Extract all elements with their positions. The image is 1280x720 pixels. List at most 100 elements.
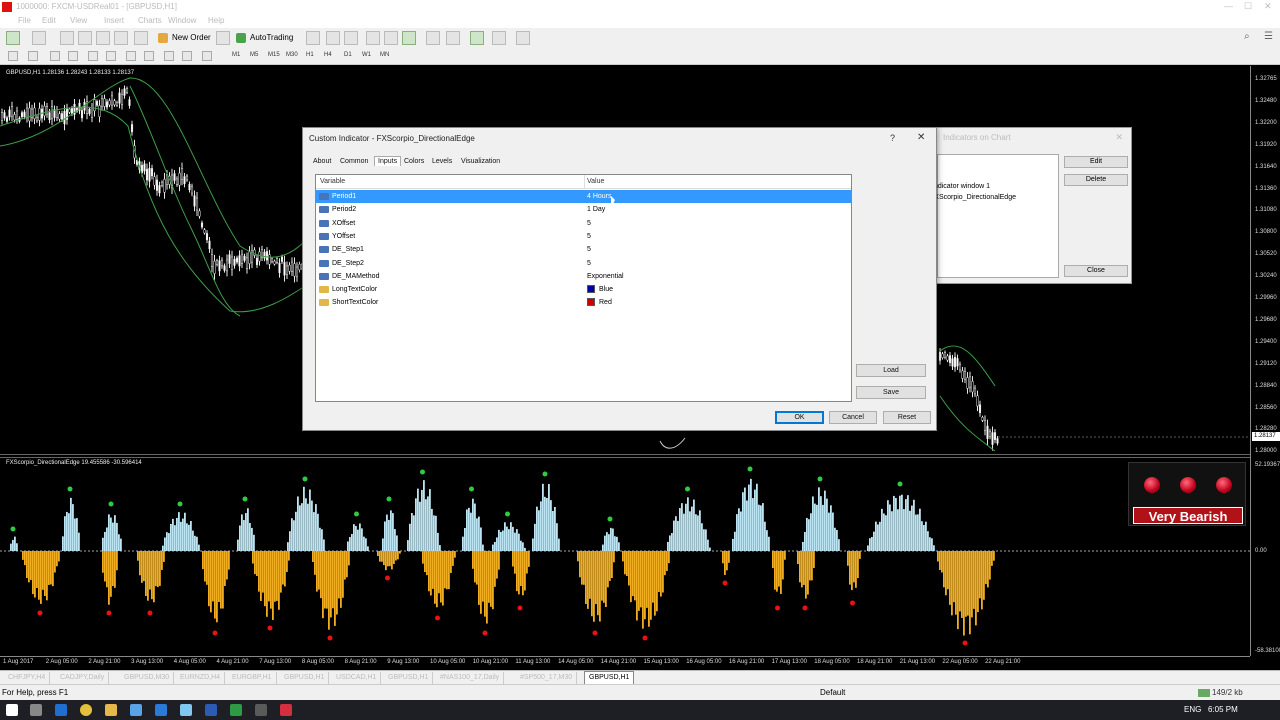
tf-m5[interactable]: M5 (250, 52, 258, 58)
tile-windows-icon[interactable] (402, 31, 416, 45)
zoom-out-icon[interactable] (384, 31, 398, 45)
task-view-icon[interactable] (30, 704, 42, 716)
variable-value[interactable]: 4 Hours (587, 190, 612, 203)
edge-icon[interactable] (55, 704, 67, 716)
clock[interactable]: 6:05 PM (1208, 705, 1238, 714)
new-chart-icon[interactable] (6, 31, 20, 45)
column-separator[interactable] (584, 175, 585, 189)
chart-tab[interactable]: CHFJPY,H4 (4, 672, 51, 684)
input-row-period1[interactable]: Period1 4 Hours (316, 190, 851, 203)
templates-icon[interactable] (516, 31, 530, 45)
windows-start-icon[interactable] (6, 704, 18, 716)
column-variable[interactable]: Variable (320, 178, 345, 185)
store-icon[interactable] (130, 704, 142, 716)
terminal-icon[interactable] (114, 31, 128, 45)
indicators-icon[interactable] (470, 31, 484, 45)
strategy-tester-icon[interactable] (134, 31, 148, 45)
tf-mn[interactable]: MN (380, 52, 389, 58)
edit-button[interactable]: Edit (1064, 156, 1128, 168)
language-indicator[interactable]: ENG (1184, 705, 1201, 714)
menu-file[interactable]: File (18, 16, 31, 25)
chart-tab[interactable]: #SP500_17,M30 (516, 672, 578, 684)
tf-w1[interactable]: W1 (362, 52, 371, 58)
list-item[interactable]: Indicator window 1 (932, 183, 990, 190)
color-swatch[interactable] (587, 285, 595, 294)
save-button[interactable]: Save (856, 386, 926, 399)
variable-value[interactable]: Red (599, 296, 612, 309)
load-button[interactable]: Load (856, 364, 926, 377)
maximize-button[interactable]: ☐ (1244, 1, 1252, 12)
equidistant-channel-icon[interactable] (106, 51, 116, 61)
cursor-tool-icon[interactable] (8, 51, 18, 61)
tf-h4[interactable]: H4 (324, 52, 332, 58)
chart-tab[interactable]: USDCAD,H1 (332, 672, 382, 684)
input-row-yoffset[interactable]: YOffset 5 (316, 230, 851, 243)
input-row-de-step2[interactable]: DE_Step2 5 (316, 257, 851, 270)
reset-button[interactable]: Reset (883, 411, 931, 424)
menu-edit[interactable]: Edit (42, 16, 56, 25)
tab-inputs[interactable]: Inputs (374, 156, 402, 166)
tf-h1[interactable]: H1 (306, 52, 314, 58)
list-item[interactable]: FXScorpio_DirectionalEdge (930, 194, 1016, 201)
delete-button[interactable]: Delete (1064, 174, 1128, 186)
input-row-period2[interactable]: Period2 1 Day (316, 203, 851, 216)
chart-tab[interactable]: EURGBP,H1 (228, 672, 277, 684)
input-row-longtextcolor[interactable]: LongTextColor Blue (316, 283, 851, 296)
cancel-button[interactable]: Cancel (829, 411, 877, 424)
variable-value[interactable]: 1 Day (587, 203, 605, 216)
vertical-line-icon[interactable] (50, 51, 60, 61)
variable-value[interactable]: Exponential (587, 270, 624, 283)
input-row-de-mamethod[interactable]: DE_MAMethod Exponential (316, 270, 851, 283)
market-watch-icon[interactable] (60, 31, 74, 45)
arrows-icon[interactable] (182, 51, 192, 61)
chart-shift-icon[interactable] (426, 31, 440, 45)
line-chart-icon[interactable] (344, 31, 358, 45)
input-row-de-step1[interactable]: DE_Step1 5 (316, 243, 851, 256)
metaeditor-icon[interactable] (216, 31, 230, 45)
input-row-shorttextcolor[interactable]: ShortTextColor Red (316, 296, 851, 309)
close-window-button[interactable]: ✕ (1264, 1, 1272, 12)
arrows-dropdown-icon[interactable] (202, 51, 212, 61)
color-swatch[interactable] (587, 298, 595, 307)
metatrader-icon[interactable] (280, 704, 292, 716)
close-icon[interactable]: ✕ (917, 132, 925, 143)
tab-common[interactable]: Common (340, 158, 368, 165)
zoom-in-icon[interactable] (366, 31, 380, 45)
column-value[interactable]: Value (587, 178, 604, 185)
text-tool-icon[interactable] (144, 51, 154, 61)
search-icon[interactable]: ⌕ (1244, 31, 1256, 43)
fibonacci-icon[interactable] (126, 51, 136, 61)
variable-value[interactable]: 5 (587, 230, 591, 243)
chart-tab[interactable]: CADJPY,Daily (56, 672, 110, 684)
tab-visualization[interactable]: Visualization (461, 158, 500, 165)
variable-value[interactable]: 5 (587, 257, 591, 270)
menu-view[interactable]: View (70, 16, 87, 25)
tab-levels[interactable]: Levels (432, 158, 452, 165)
chart-tab[interactable]: GBPUSD,H1 (584, 671, 635, 685)
app-icon-3[interactable] (205, 704, 217, 716)
indicators-list-close-icon[interactable]: ✕ (1115, 132, 1123, 143)
data-window-icon[interactable] (78, 31, 92, 45)
file-explorer-icon[interactable] (105, 704, 117, 716)
tf-m15[interactable]: M15 (268, 52, 280, 58)
tf-m1[interactable]: M1 (232, 52, 240, 58)
chart-tab[interactable]: GBPUSD,M30 (120, 672, 175, 684)
horizontal-line-icon[interactable] (68, 51, 78, 61)
help-icon[interactable]: ? (890, 133, 895, 143)
variable-value[interactable]: 5 (587, 243, 591, 256)
menu-insert[interactable]: Insert (104, 16, 124, 25)
chart-tab[interactable]: #NAS100_17,Daily (436, 672, 505, 684)
chart-tab[interactable]: GBPUSD,H1 (280, 672, 330, 684)
word-icon[interactable] (155, 704, 167, 716)
navigator-icon[interactable] (96, 31, 110, 45)
excel-icon[interactable] (230, 704, 242, 716)
tf-m30[interactable]: M30 (286, 52, 298, 58)
crosshair-tool-icon[interactable] (28, 51, 38, 61)
menu-help[interactable]: Help (208, 16, 224, 25)
tf-d1[interactable]: D1 (344, 52, 352, 58)
menu-charts[interactable]: Charts (138, 16, 162, 25)
minimize-button[interactable]: — (1224, 1, 1233, 11)
candlesticks-icon[interactable] (326, 31, 340, 45)
chat-icon[interactable]: ☰ (1264, 31, 1276, 43)
chart-tab[interactable]: EURNZD,H4 (176, 672, 226, 684)
